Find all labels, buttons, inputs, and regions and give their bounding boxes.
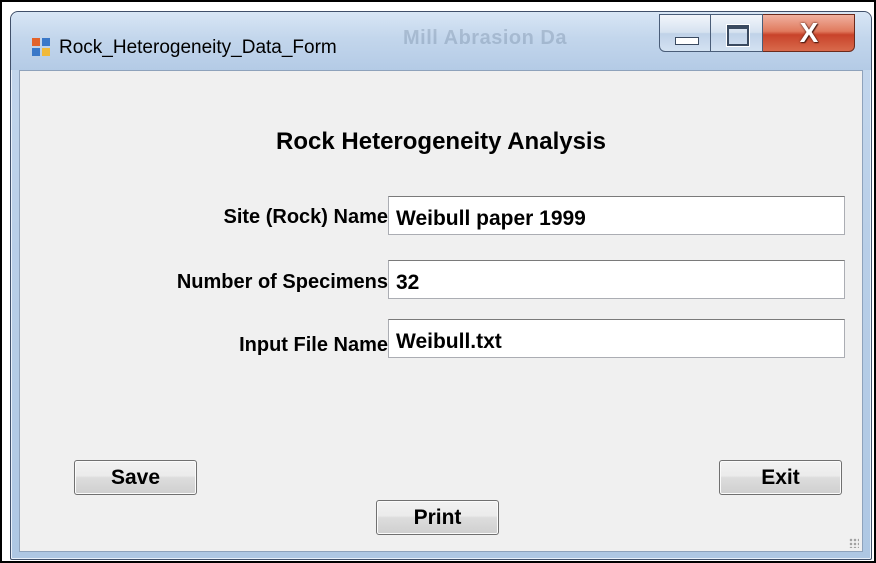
window-title: Rock_Heterogeneity_Data_Form: [59, 37, 337, 58]
maximize-icon: [727, 25, 749, 46]
title-bar[interactable]: Mill Abrasion Da Rock_Heterogeneity_Data…: [11, 12, 871, 70]
background-window-title: Mill Abrasion Da: [403, 27, 567, 49]
input-file-label: Input File Name: [239, 334, 388, 356]
specimen-count-input[interactable]: [388, 260, 845, 299]
form-heading: Rock Heterogeneity Analysis: [276, 128, 606, 155]
form-window: Mill Abrasion Da Rock_Heterogeneity_Data…: [10, 11, 872, 560]
caption-buttons: X: [659, 14, 855, 52]
specimen-count-label: Number of Specimens: [176, 271, 388, 293]
minimize-icon: [675, 37, 699, 45]
save-button[interactable]: Save: [74, 460, 197, 495]
close-icon: X: [799, 17, 819, 48]
maximize-button[interactable]: [711, 14, 763, 52]
print-button[interactable]: Print: [376, 500, 499, 535]
screenshot-frame: Mill Abrasion Da Rock_Heterogeneity_Data…: [0, 0, 876, 563]
minimize-button[interactable]: [659, 14, 711, 52]
form-client-area: Rock Heterogeneity Analysis Site (Rock) …: [19, 70, 863, 552]
windows-form-icon[interactable]: [32, 38, 50, 56]
input-file-input[interactable]: [388, 319, 845, 358]
site-name-input[interactable]: [388, 196, 845, 235]
close-button[interactable]: X: [763, 14, 855, 52]
exit-button[interactable]: Exit: [719, 460, 842, 495]
site-name-label: Site (Rock) Name: [223, 206, 389, 228]
resize-grip[interactable]: [849, 538, 859, 548]
